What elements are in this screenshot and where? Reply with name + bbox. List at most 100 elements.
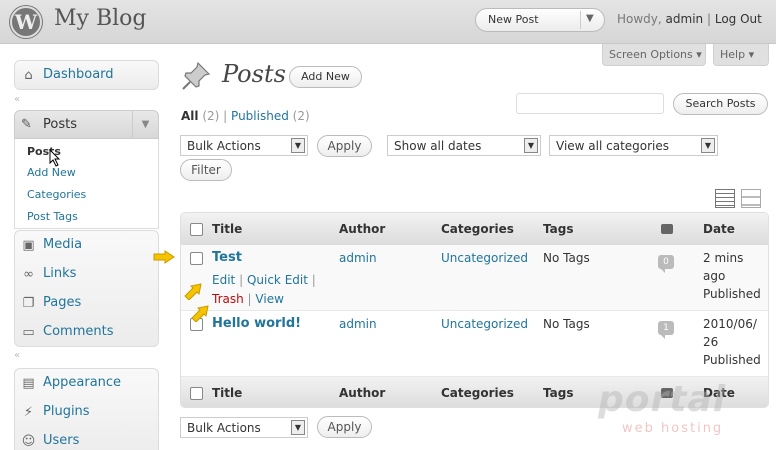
apply-button-bottom[interactable]: Apply — [317, 416, 372, 438]
posts-submenu: Posts Add New Categories Post Tags — [14, 139, 159, 229]
chevron-down-icon[interactable]: ▼ — [586, 13, 594, 24]
howdy-text: Howdy, — [617, 12, 662, 26]
column-tags: Tags — [543, 222, 574, 236]
separator: | — [247, 292, 252, 306]
menu-separator[interactable]: « — [14, 350, 20, 361]
sidebar-item-comments[interactable]: ▭ Comments — [15, 318, 158, 347]
watermark-logo: portal web hosting — [598, 379, 748, 440]
filter-button[interactable]: Filter — [180, 159, 232, 181]
post-date: 2 mins ago Published — [703, 249, 761, 303]
sidebar-item-appearance[interactable]: ▤ Appearance — [15, 369, 158, 398]
submenu-toggle-icon[interactable]: ▼ — [132, 111, 158, 138]
post-title-link[interactable]: Test — [212, 250, 242, 265]
filter-published-count: (2) — [292, 109, 310, 123]
blog-title[interactable]: My Blog — [54, 6, 146, 31]
bulk-actions-select-top[interactable]: Bulk Actions ▼ — [180, 135, 308, 156]
categories-select[interactable]: View all categories ▼ — [549, 135, 718, 156]
plugin-icon: ⚡ — [23, 405, 34, 420]
row-checkbox[interactable] — [190, 252, 203, 265]
screen-options-tab[interactable]: Screen Options ▾ — [602, 44, 706, 66]
dates-select[interactable]: Show all dates ▼ — [387, 135, 541, 156]
sidebar-group-2: ▤ Appearance ⚡ Plugins ☺ Users — [14, 368, 159, 450]
logout-link[interactable]: Log Out — [715, 12, 762, 26]
submenu-item-add-new[interactable]: Add New — [27, 166, 76, 179]
category-link[interactable]: Uncategorized — [441, 251, 528, 265]
menu-separator[interactable]: « — [14, 94, 20, 105]
add-new-button[interactable]: Add New — [289, 66, 362, 88]
sidebar-item-pages[interactable]: ❐ Pages — [15, 289, 158, 318]
separator: | — [223, 109, 228, 123]
chevron-down-icon[interactable]: ▼ — [291, 420, 305, 435]
row-actions: Trash | View — [212, 292, 284, 306]
pushpin-icon — [182, 61, 211, 90]
select-all-checkbox[interactable] — [190, 387, 203, 400]
user-info: Howdy, admin | Log Out — [617, 12, 762, 26]
list-view-icon[interactable] — [715, 189, 735, 208]
chevron-down-icon[interactable]: ▼ — [524, 138, 538, 153]
tutorial-arrow-diagonal-icon — [184, 283, 202, 300]
bulk-actions-select-bottom[interactable]: Bulk Actions ▼ — [180, 417, 308, 438]
trash-link[interactable]: Trash — [212, 292, 244, 306]
watermark-text: portal — [598, 379, 727, 420]
column-author: Author — [339, 222, 386, 236]
edit-link[interactable]: Edit — [212, 273, 235, 287]
divider — [580, 11, 581, 29]
sidebar-item-dashboard[interactable]: ⌂ Dashboard — [15, 61, 158, 90]
users-icon: ☺ — [21, 434, 36, 449]
sidebar-item-plugins[interactable]: ⚡ Plugins — [15, 398, 158, 427]
column-date[interactable]: Date — [703, 222, 735, 236]
tags-value: No Tags — [543, 251, 590, 265]
sidebar-item-label: Dashboard — [43, 67, 114, 82]
favorite-action-label[interactable]: New Post — [488, 13, 539, 26]
help-tab[interactable]: Help ▾ — [713, 44, 769, 66]
submenu-item-categories[interactable]: Categories — [27, 188, 86, 201]
search-posts-button[interactable]: Search Posts — [673, 93, 768, 115]
quick-edit-link[interactable]: Quick Edit — [247, 273, 308, 287]
comment-bubble-icon[interactable] — [661, 224, 673, 234]
date-line: 26 — [703, 335, 719, 349]
filter-all-link[interactable]: All — [181, 109, 199, 123]
category-link[interactable]: Uncategorized — [441, 317, 528, 331]
post-status: Published — [703, 287, 761, 301]
appearance-icon: ▤ — [22, 376, 35, 391]
select-value: Show all dates — [394, 139, 482, 153]
column-title[interactable]: Title — [212, 222, 242, 236]
apply-button-top[interactable]: Apply — [317, 135, 372, 157]
select-all-checkbox[interactable] — [190, 223, 203, 236]
author-link[interactable]: admin — [339, 317, 377, 331]
table-header: Title Author Categories Tags Date — [181, 213, 768, 245]
sidebar-item-media[interactable]: ▣ Media — [15, 231, 158, 260]
link-icon: ∞ — [23, 267, 34, 282]
sidebar-item-links[interactable]: ∞ Links — [15, 260, 158, 289]
username-link[interactable]: admin — [666, 12, 704, 26]
post-title-link[interactable]: Hello world! — [212, 316, 301, 331]
tutorial-arrow-diagonal-icon — [191, 305, 209, 322]
post-status: Published — [703, 353, 761, 367]
sidebar-item-label: Plugins — [43, 404, 90, 419]
select-value: View all categories — [556, 139, 670, 153]
date-line: 2010/06/ — [703, 317, 757, 331]
pages-icon: ❐ — [22, 296, 35, 311]
pin-icon: ✎ — [21, 117, 32, 132]
favorite-actions-dropdown[interactable]: New Post ▼ — [475, 8, 605, 32]
column-title[interactable]: Title — [212, 386, 242, 400]
excerpt-view-icon[interactable] — [741, 189, 761, 208]
submenu-item-post-tags[interactable]: Post Tags — [27, 210, 78, 223]
filter-published-link[interactable]: Published — [231, 109, 289, 123]
mouse-cursor-icon — [49, 149, 61, 167]
comment-icon: ▭ — [22, 325, 35, 340]
sidebar-dashboard-box: ⌂ Dashboard — [14, 60, 159, 90]
chevron-down-icon[interactable]: ▼ — [291, 138, 305, 153]
comment-count-bubble[interactable]: 1 — [658, 321, 674, 339]
sidebar-item-users[interactable]: ☺ Users — [15, 427, 158, 450]
chevron-down-icon[interactable]: ▼ — [701, 138, 715, 153]
separator: | — [311, 273, 316, 287]
comment-count-bubble[interactable]: 0 — [658, 255, 674, 273]
sidebar-item-posts[interactable]: ✎ Posts ▼ — [14, 110, 159, 139]
view-link[interactable]: View — [255, 292, 283, 306]
filter-all-count: (2) — [202, 109, 220, 123]
author-link[interactable]: admin — [339, 251, 377, 265]
search-input[interactable] — [516, 93, 664, 114]
watermark-subtext: web hosting — [622, 421, 724, 436]
sidebar-item-label: Posts — [43, 117, 77, 132]
